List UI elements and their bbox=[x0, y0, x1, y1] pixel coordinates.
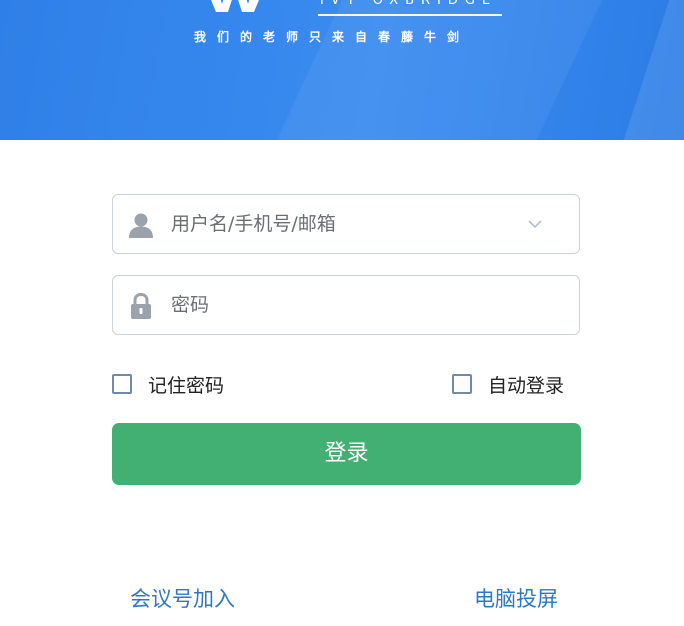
banner-decoration bbox=[604, 0, 684, 140]
brand-logo-icon bbox=[211, 0, 259, 12]
header-banner: IVY OXBRIDGE 我们的老师只来自春藤牛剑 bbox=[0, 0, 684, 140]
auto-login-checkbox[interactable]: 自动登录 bbox=[452, 370, 564, 398]
remember-password-checkbox[interactable]: 记住密码 bbox=[112, 370, 224, 398]
auto-login-label: 自动登录 bbox=[488, 374, 565, 397]
brand-underline bbox=[318, 14, 502, 16]
chevron-down-icon[interactable] bbox=[527, 216, 543, 232]
lock-icon bbox=[131, 292, 151, 319]
login-button[interactable]: 登录 bbox=[112, 423, 581, 485]
username-placeholder: 用户名/手机号/邮箱 bbox=[171, 213, 336, 235]
user-icon bbox=[129, 213, 153, 238]
checkbox-box[interactable] bbox=[452, 374, 472, 394]
password-field[interactable]: 密码 bbox=[112, 275, 580, 335]
remember-password-label: 记住密码 bbox=[148, 374, 225, 397]
banner-decoration bbox=[239, 0, 621, 140]
checkbox-box[interactable] bbox=[112, 374, 132, 394]
password-placeholder: 密码 bbox=[171, 294, 210, 316]
login-window: IVY OXBRIDGE 我们的老师只来自春藤牛剑 用户名/手机号/邮箱 密码 … bbox=[0, 0, 684, 626]
screen-cast-link[interactable]: 电脑投屏 bbox=[474, 584, 558, 614]
username-field[interactable]: 用户名/手机号/邮箱 bbox=[112, 194, 580, 254]
brand-slogan: 我们的老师只来自春藤牛剑 bbox=[194, 30, 471, 44]
brand-english-name: IVY OXBRIDGE bbox=[320, 0, 498, 8]
join-by-meeting-id-link[interactable]: 会议号加入 bbox=[130, 584, 235, 614]
